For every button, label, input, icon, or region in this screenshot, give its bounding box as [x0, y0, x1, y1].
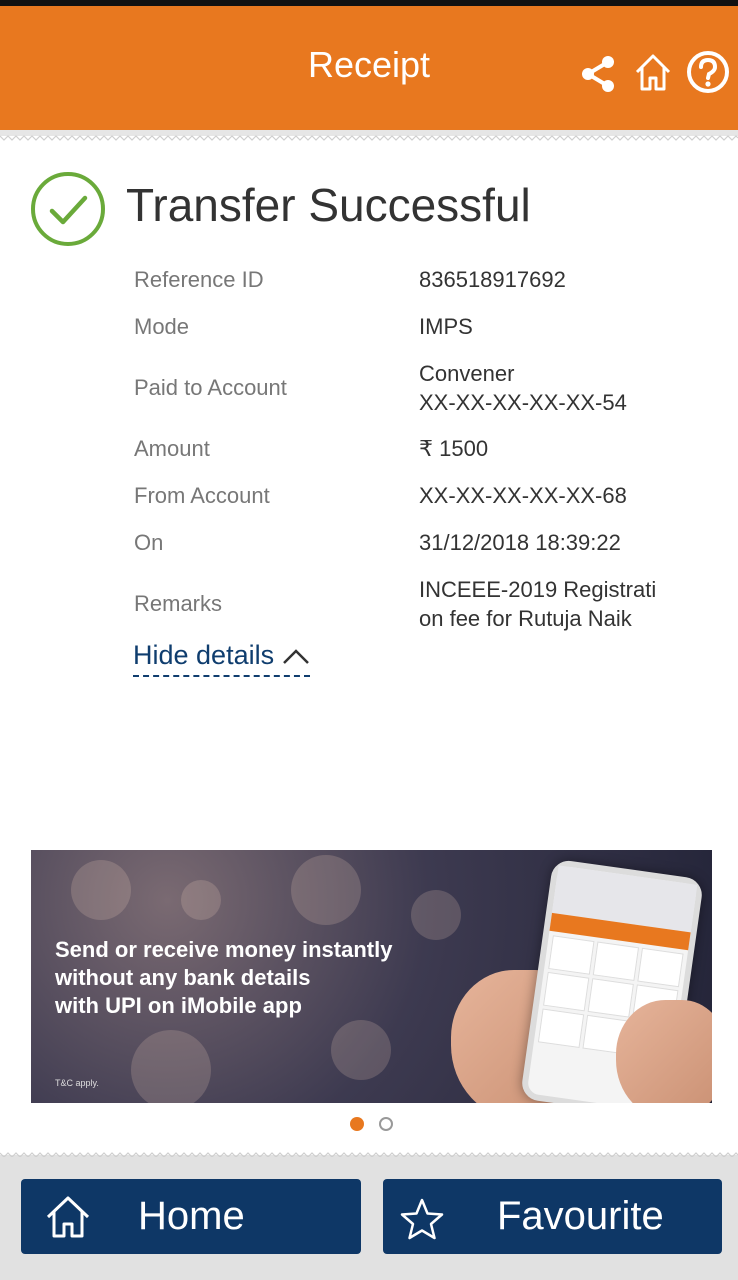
- from-account-label: From Account: [134, 483, 270, 508]
- phone-app-tile: [637, 947, 684, 988]
- phone-app-tile: [537, 1008, 585, 1049]
- app-header: Receipt: [0, 6, 738, 130]
- banner-bokeh: [291, 855, 361, 925]
- paid-to-account-value: Convener XX-XX-XX-XX-XX-54: [419, 361, 627, 415]
- top-zigzag-divider: [0, 130, 738, 141]
- home-button-label: Home: [138, 1194, 245, 1238]
- home-button[interactable]: Home: [21, 1179, 361, 1254]
- phone-app-tile: [592, 941, 640, 982]
- star-icon: [400, 1198, 444, 1240]
- favourite-button[interactable]: Favourite: [383, 1179, 722, 1254]
- remarks-value: INCEEE-2019 Registrati on fee for Rutuja…: [419, 577, 657, 631]
- date-label: On: [134, 530, 164, 555]
- phone-app-tile: [548, 935, 595, 975]
- amount-label: Amount: [134, 436, 210, 461]
- hide-details-link[interactable]: Hide details: [133, 640, 311, 677]
- banner-bokeh: [411, 890, 461, 940]
- banner-bokeh: [181, 880, 221, 920]
- carousel-dot-active[interactable]: [350, 1117, 364, 1131]
- date-value: 31/12/2018 18:39:22: [419, 530, 621, 555]
- chevron-up-icon: [283, 648, 309, 664]
- favourite-button-label: Favourite: [497, 1194, 664, 1238]
- page-title: Receipt: [307, 44, 431, 85]
- banner-terms: T&C apply.: [55, 1078, 99, 1088]
- paid-to-account-label: Paid to Account: [134, 375, 287, 400]
- footer-bar: Home Favourite: [0, 1157, 738, 1280]
- banner-text: Send or receive money instantly without …: [55, 937, 393, 1018]
- banner-bokeh: [331, 1020, 391, 1080]
- check-circle-icon: [31, 172, 105, 246]
- status-title: Transfer Successful: [126, 179, 531, 231]
- phone-app-tile: [587, 978, 634, 1018]
- help-icon[interactable]: [686, 50, 730, 99]
- promo-banner[interactable]: Send or receive money instantly without …: [31, 850, 712, 1103]
- remarks-label: Remarks: [134, 591, 223, 616]
- reference-id-value: 836518917692: [419, 267, 566, 292]
- phone-app-tile: [543, 971, 590, 1012]
- banner-bokeh: [131, 1030, 211, 1103]
- mode-value: IMPS: [419, 314, 473, 339]
- reference-id-label: Reference ID: [134, 267, 264, 292]
- from-account-value: XX-XX-XX-XX-XX-68: [419, 483, 627, 508]
- banner-bokeh: [71, 860, 131, 920]
- hand-image: [616, 1000, 712, 1103]
- share-icon[interactable]: [578, 54, 618, 99]
- carousel-dot[interactable]: [379, 1117, 393, 1131]
- amount-value: ₹ 1500: [419, 436, 489, 461]
- home-icon: [46, 1196, 90, 1238]
- mode-label: Mode: [134, 314, 190, 339]
- hide-details-label: Hide details: [133, 640, 275, 670]
- home-icon[interactable]: [634, 52, 672, 97]
